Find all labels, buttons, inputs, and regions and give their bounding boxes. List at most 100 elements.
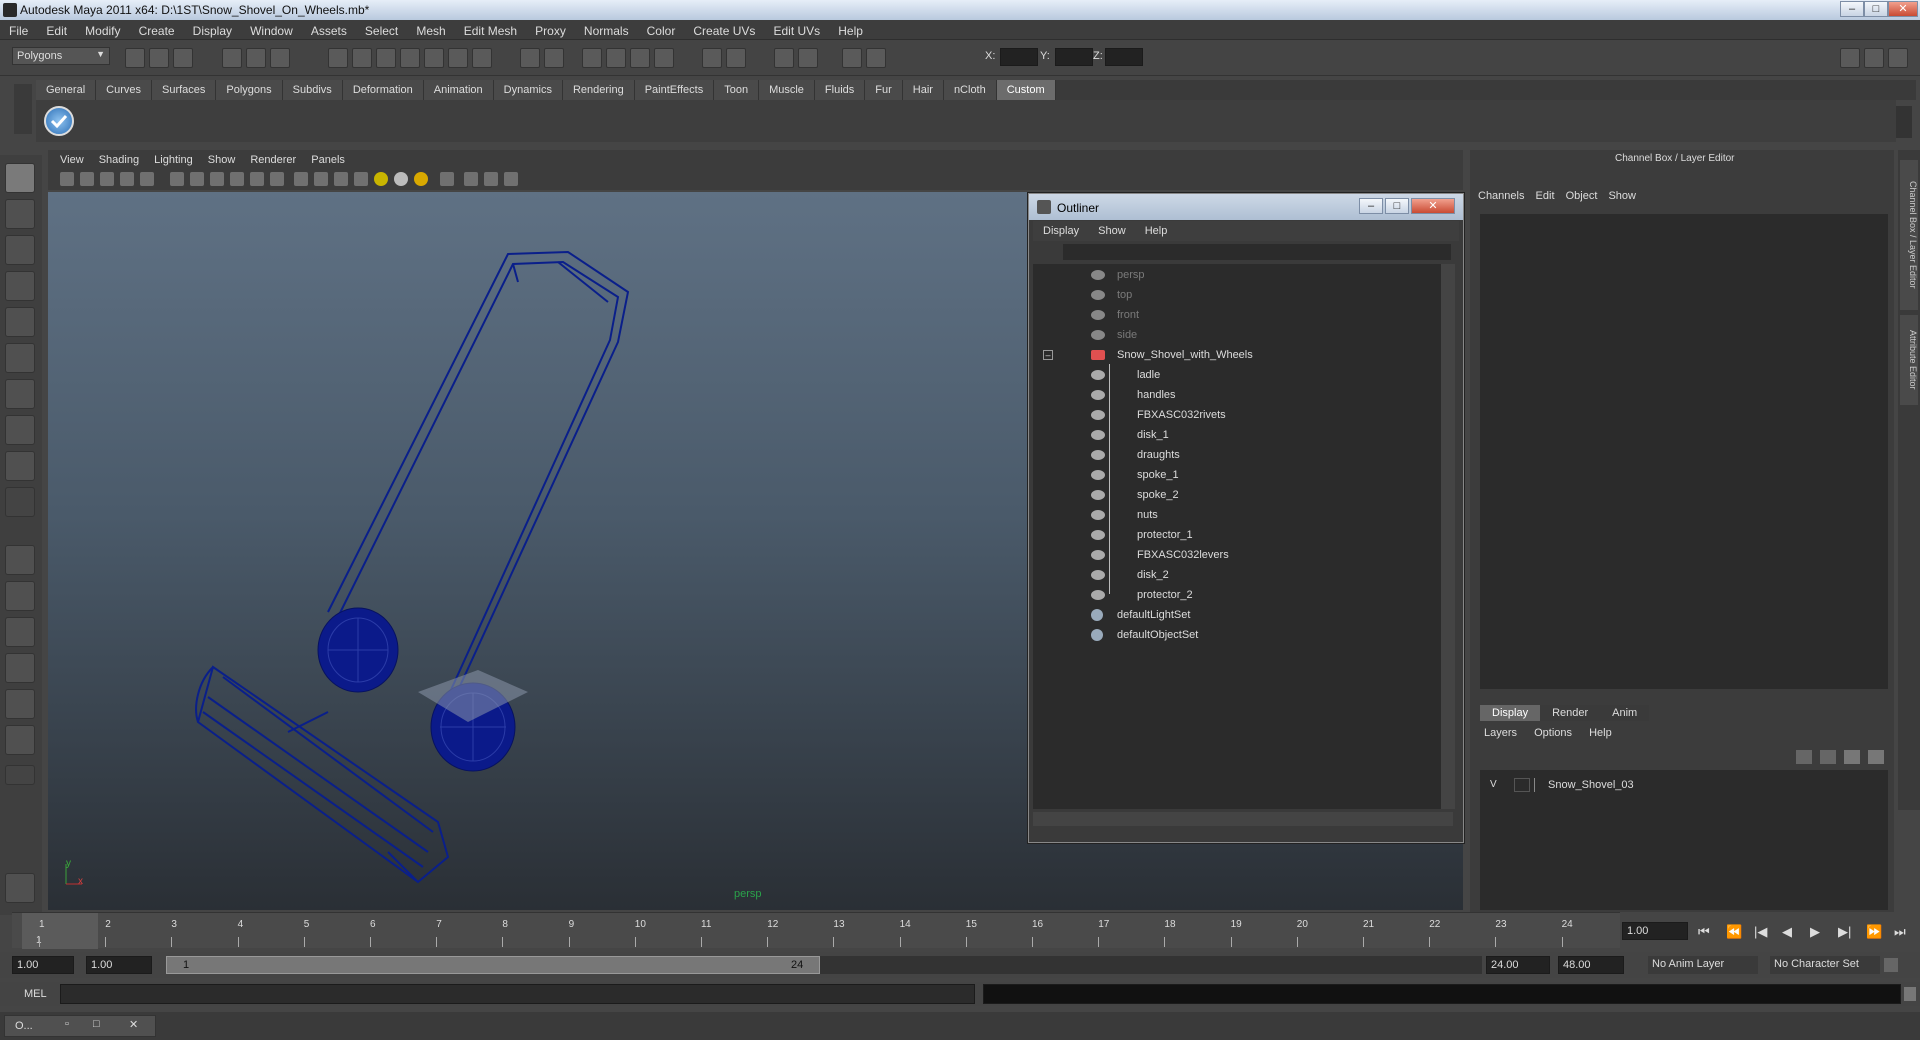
layer-menu-help[interactable]: Help — [1589, 727, 1612, 739]
snap-grid-icon[interactable] — [328, 48, 348, 68]
layer-name[interactable]: Snow_Shovel_03 — [1548, 779, 1634, 791]
outliner-titlebar[interactable]: Outliner – □ ✕ — [1029, 194, 1463, 220]
layer-tab-render[interactable]: Render — [1540, 705, 1601, 721]
x-field[interactable] — [1000, 48, 1038, 66]
persp-graph-layout-icon[interactable] — [5, 653, 35, 683]
shelf-tab-toon[interactable]: Toon — [714, 80, 760, 100]
bookmark-icon[interactable] — [100, 172, 114, 186]
side-tab-attribute-editor[interactable]: Attribute Editor — [1900, 315, 1918, 405]
go-to-end-icon[interactable]: ⏭ — [1894, 924, 1906, 940]
menu-edit-uvs[interactable]: Edit UVs — [764, 20, 826, 38]
step-back-key-icon[interactable]: ⏪ — [1726, 924, 1742, 940]
field-chart-icon[interactable] — [230, 172, 244, 186]
script-editor-icon[interactable] — [1904, 987, 1916, 1001]
safe-title-icon[interactable] — [270, 172, 284, 186]
hypershade-icon[interactable] — [654, 48, 674, 68]
new-scene-icon[interactable] — [125, 48, 145, 68]
outliner-vertical-scrollbar[interactable] — [1441, 264, 1455, 809]
shelf-tab-custom[interactable]: Custom — [996, 80, 1056, 100]
menu-select[interactable]: Select — [356, 20, 404, 38]
custom-layout-icon[interactable] — [5, 725, 35, 755]
outliner-menu-display[interactable]: Display — [1043, 225, 1079, 237]
outliner-item-protector-1[interactable]: protector_1 — [1091, 526, 1193, 544]
outliner-item-spoke-1[interactable]: spoke_1 — [1091, 466, 1179, 484]
character-set-dropdown[interactable]: No Character Set — [1770, 956, 1880, 974]
shelf-scroll-buttons[interactable] — [1896, 106, 1912, 138]
image-plane-icon[interactable] — [120, 172, 134, 186]
shelf-tab-general[interactable]: General — [36, 80, 97, 100]
current-frame-indicator[interactable] — [22, 913, 98, 949]
outliner-maximize-button[interactable]: □ — [1385, 198, 1409, 214]
wireframe-icon[interactable] — [294, 172, 308, 186]
layout-toggle-icon[interactable] — [1840, 48, 1860, 68]
smooth-shade-icon[interactable] — [314, 172, 328, 186]
layout-options-button[interactable] — [5, 765, 35, 785]
textured-icon[interactable] — [354, 172, 368, 186]
shelf-tab-dynamics[interactable]: Dynamics — [493, 80, 563, 100]
new-layer-from-selection-icon[interactable] — [1868, 750, 1884, 764]
outliner-item-top[interactable]: top — [1091, 286, 1132, 304]
shelf-tab-surfaces[interactable]: Surfaces — [151, 80, 217, 100]
lasso-tool-icon[interactable] — [5, 199, 35, 229]
layer-menu-options[interactable]: Options — [1534, 727, 1572, 739]
menu-display[interactable]: Display — [184, 20, 238, 38]
history-icon[interactable] — [448, 48, 468, 68]
xray-joints-icon[interactable] — [484, 172, 498, 186]
menu-create-uvs[interactable]: Create UVs — [684, 20, 761, 38]
layer-visibility-toggle[interactable]: V — [1490, 779, 1497, 790]
menu-normals[interactable]: Normals — [575, 20, 635, 38]
universal-manipulator-icon[interactable] — [5, 379, 35, 409]
channel-menu-edit[interactable]: Edit — [1536, 190, 1555, 202]
input-ops-icon[interactable] — [472, 48, 492, 68]
four-view-layout-icon[interactable] — [5, 581, 35, 611]
menu-edit-mesh[interactable]: Edit Mesh — [455, 20, 523, 38]
viewport-menu-view[interactable]: View — [60, 154, 84, 166]
custom-shelf-check-icon[interactable] — [44, 106, 74, 136]
move-layer-down-icon[interactable] — [1820, 750, 1836, 764]
menu-create[interactable]: Create — [130, 20, 181, 38]
hypershade-persp-layout-icon[interactable] — [5, 689, 35, 719]
make-live-icon[interactable] — [424, 48, 444, 68]
step-back-frame-icon[interactable]: |◀ — [1754, 924, 1767, 940]
maximize-icon[interactable]: □ — [93, 1018, 100, 1030]
camera-select-icon[interactable] — [60, 172, 74, 186]
shelf-tab-polygons[interactable]: Polygons — [216, 80, 283, 100]
menu-assets[interactable]: Assets — [302, 20, 353, 38]
save-scene-icon[interactable] — [173, 48, 193, 68]
viewport-menu-renderer[interactable]: Renderer — [250, 154, 296, 166]
soft-modification-icon[interactable] — [5, 415, 35, 445]
layer-row[interactable]: V Snow_Shovel_03 — [1486, 776, 1872, 794]
play-backwards-icon[interactable]: ◀ — [1782, 924, 1792, 940]
command-language-label[interactable]: MEL — [24, 988, 47, 1000]
outliner-item-root[interactable]: Snow_Shovel_with_Wheels — [1091, 346, 1253, 364]
menu-modify[interactable]: Modify — [76, 20, 126, 38]
z-field[interactable] — [1105, 48, 1143, 66]
range-slider-track[interactable]: 1 24 — [166, 956, 1482, 974]
close-button[interactable]: ✕ — [1888, 1, 1918, 17]
safe-action-icon[interactable] — [250, 172, 264, 186]
modeling-toolkit-icon[interactable] — [842, 48, 862, 68]
outliner-menu-help[interactable]: Help — [1145, 225, 1168, 237]
snap-point-icon[interactable] — [376, 48, 396, 68]
anim-layer-dropdown[interactable]: No Anim Layer — [1648, 956, 1758, 974]
outliner-item-side[interactable]: side — [1091, 326, 1137, 344]
playback-start-field[interactable]: 1.00 — [86, 956, 152, 974]
menu-file[interactable]: File — [0, 20, 34, 38]
snap-view-plane-icon[interactable] — [400, 48, 420, 68]
render-settings-icon[interactable] — [630, 48, 650, 68]
select-tool-icon[interactable] — [5, 163, 35, 193]
shelf-tab-animation[interactable]: Animation — [423, 80, 494, 100]
outliner-horizontal-scrollbar[interactable] — [1033, 812, 1453, 826]
viewport-menu-panels[interactable]: Panels — [311, 154, 345, 166]
shadows-icon[interactable] — [394, 172, 408, 186]
time-slider[interactable]: 1 12345678910111213141516171819202122232… — [12, 912, 1620, 949]
outliner-item-spoke-2[interactable]: spoke_2 — [1091, 486, 1179, 504]
outliner-item-draughts[interactable]: draughts — [1091, 446, 1180, 464]
move-tool-icon[interactable] — [5, 271, 35, 301]
close-icon[interactable]: ✕ — [129, 1018, 138, 1031]
shelf-tab-ncloth[interactable]: nCloth — [943, 80, 997, 100]
minimized-window-item[interactable]: O... ▫ □ ✕ — [4, 1015, 156, 1037]
shelf-tab-fur[interactable]: Fur — [865, 80, 903, 100]
select-by-hierarchy-icon[interactable] — [222, 48, 242, 68]
go-to-start-icon[interactable]: ⏮ — [1698, 924, 1710, 940]
